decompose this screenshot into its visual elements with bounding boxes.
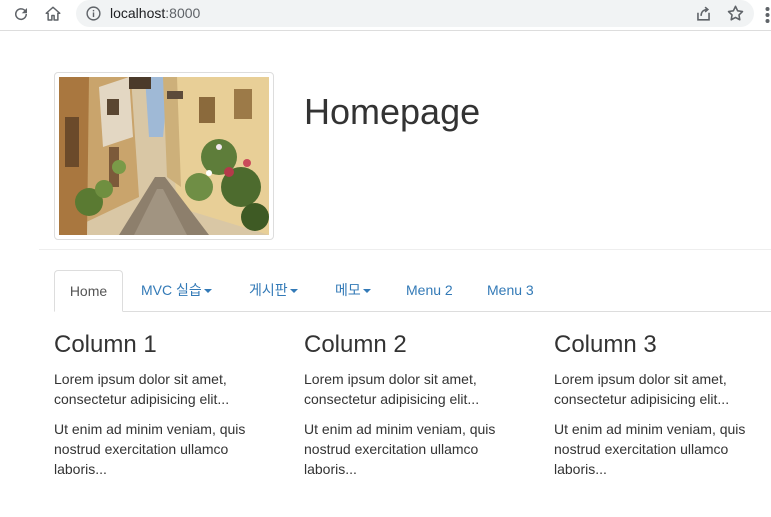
- column-paragraph: Lorem ipsum dolor sit amet, consectetur …: [554, 371, 730, 407]
- tab-mvc-practice[interactable]: MVC 실습: [141, 270, 212, 312]
- header-photo: [54, 72, 274, 240]
- tab-menu-3-label: Menu 3: [487, 282, 534, 298]
- share-icon[interactable]: [694, 4, 713, 23]
- tab-home-label: Home: [69, 283, 108, 299]
- column-title: Column 1: [54, 331, 157, 358]
- browser-toolbar: localhost:8000: [0, 0, 771, 31]
- bookmark-star-icon[interactable]: [726, 4, 745, 23]
- column-title: Column 3: [554, 331, 657, 358]
- column-title: Column 2: [304, 331, 407, 358]
- column-paragraph: Lorem ipsum dolor sit amet, consectetur …: [54, 371, 230, 407]
- column-paragraph: Lorem ipsum dolor sit amet, consectetur …: [304, 371, 480, 407]
- column-paragraph: Ut enim ad minim veniam, quis nostrud ex…: [304, 421, 496, 477]
- url-port: :8000: [165, 5, 201, 21]
- page-title: Homepage: [304, 91, 481, 132]
- tab-board-label: 게시판: [249, 282, 288, 298]
- more-menu-icon[interactable]: [764, 6, 771, 24]
- tab-memo-label: 메모: [335, 282, 361, 298]
- column-paragraph: Ut enim ad minim veniam, quis nostrud ex…: [554, 421, 746, 477]
- tab-menu-2-label: Menu 2: [406, 282, 453, 298]
- column-paragraph: Ut enim ad minim veniam, quis nostrud ex…: [54, 421, 246, 477]
- url-text[interactable]: localhost:8000: [110, 5, 200, 21]
- tab-menu-2[interactable]: Menu 2: [406, 270, 453, 312]
- tab-menu-3[interactable]: Menu 3: [487, 270, 534, 312]
- tab-home[interactable]: Home: [54, 270, 123, 312]
- tab-mvc-practice-label: MVC 실습: [141, 282, 202, 298]
- caret-down-icon: [289, 289, 298, 294]
- url-host: localhost: [110, 5, 166, 21]
- caret-down-icon: [203, 289, 212, 294]
- column-3: Column 3 Lorem ipsum dolor sit amet, con…: [554, 331, 771, 489]
- info-icon[interactable]: [85, 5, 102, 22]
- header-divider: [39, 249, 771, 250]
- column-2: Column 2 Lorem ipsum dolor sit amet, con…: [304, 331, 524, 489]
- tab-board[interactable]: 게시판: [249, 270, 298, 312]
- nav-tabs: Home MVC 실습 게시판 메모 Menu 2 Menu 3: [54, 270, 771, 312]
- address-bar[interactable]: localhost:8000: [76, 0, 754, 27]
- home-icon[interactable]: [41, 3, 65, 25]
- caret-down-icon: [362, 289, 371, 294]
- reload-icon[interactable]: [9, 3, 33, 25]
- column-1: Column 1 Lorem ipsum dolor sit amet, con…: [54, 331, 274, 489]
- alley-photo: [59, 77, 269, 235]
- tab-memo[interactable]: 메모: [335, 270, 371, 312]
